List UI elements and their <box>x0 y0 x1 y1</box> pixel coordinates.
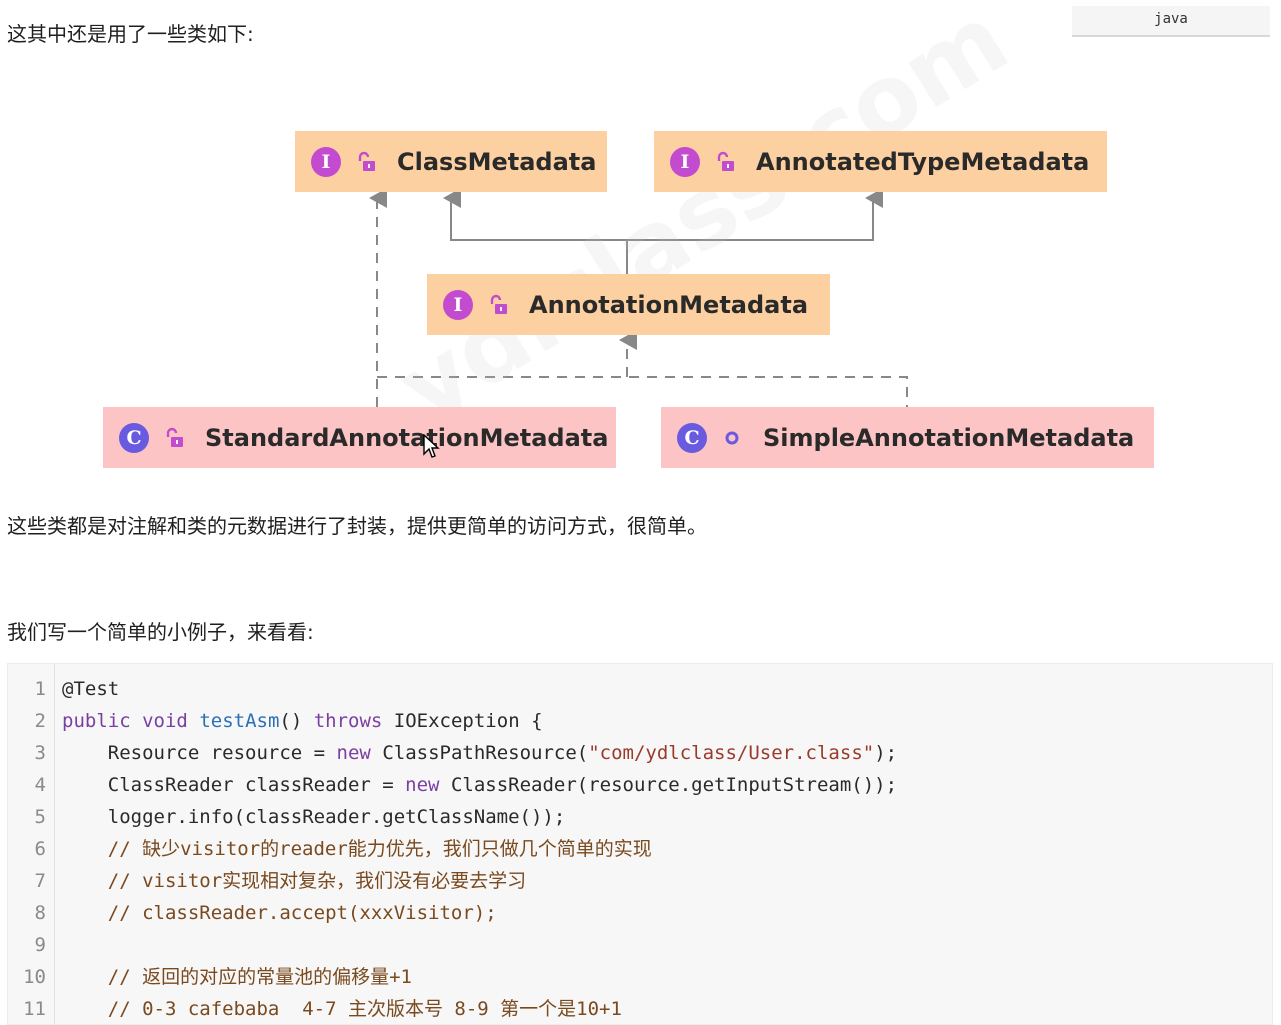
edge-implementations-to-annotation <box>377 376 908 407</box>
lock-open-icon <box>714 151 736 173</box>
node-label: StandardAnnotationMetadata <box>205 423 609 452</box>
code-token: ClassReader(resource.getInputStream()); <box>439 774 898 796</box>
code-token: // 缺少visitor的reader能力优先，我们只做几个简单的实现 <box>62 838 652 860</box>
line-number: 5 <box>34 806 46 828</box>
code-text: public void testAsm() throws IOException… <box>62 705 543 737</box>
description-text: 这些类都是对注解和类的元数据进行了封装，提供更简单的访问方式，很简单。 <box>7 514 707 538</box>
code-token: @Test <box>62 678 120 700</box>
code-text: Resource resource = new ClassPathResourc… <box>62 737 897 769</box>
code-text: // visitor实现相对复杂，我们没有必要去学习 <box>62 865 526 897</box>
code-text: // classReader.accept(xxxVisitor); <box>62 897 497 929</box>
code-text: logger.info(classReader.getClassName()); <box>62 801 566 833</box>
intro-text: 这其中还是用了一些类如下: <box>7 22 254 46</box>
code-token: // visitor实现相对复杂，我们没有必要去学习 <box>62 870 527 892</box>
code-token: "com/ydlclass/User.class" <box>588 742 875 764</box>
code-text: // 返回的对应的常量池的偏移量+1 <box>62 961 412 993</box>
code-token: new <box>336 742 371 764</box>
node-class-metadata[interactable]: I ClassMetadata <box>295 131 607 192</box>
code-token: ); <box>874 742 898 764</box>
code-token: // classReader.accept(xxxVisitor); <box>62 902 497 924</box>
line-number: 1 <box>34 678 46 700</box>
lock-open-icon <box>355 151 377 173</box>
interface-badge-icon: I <box>311 146 341 177</box>
node-label: AnnotationMetadata <box>529 290 809 319</box>
code-text: // 缺少visitor的reader能力优先，我们只做几个简单的实现 <box>62 833 652 865</box>
line-number: 2 <box>34 710 46 732</box>
code-token: void <box>142 710 188 732</box>
code-text: ClassReader classReader = new ClassReade… <box>62 769 897 801</box>
node-label: SimpleAnnotationMetadata <box>763 423 1135 452</box>
line-number: 3 <box>34 742 46 764</box>
code-token: ClassPathResource( <box>370 742 589 764</box>
node-annotation-metadata[interactable]: I AnnotationMetadata <box>427 274 830 335</box>
code-token: () <box>279 710 314 732</box>
node-annotated-type-metadata[interactable]: I AnnotatedTypeMetadata <box>654 131 1107 192</box>
code-token: // 0-3 cafebaba 4-7 主次版本号 8-9 第一个是10+1 <box>62 998 622 1020</box>
line-number: 11 <box>23 998 46 1020</box>
class-badge-icon: C <box>677 422 707 453</box>
edge-annotation-to-annotatedtype <box>627 188 883 241</box>
code-language-label: java <box>1072 6 1270 37</box>
interface-badge-icon: I <box>443 289 473 320</box>
code-text: @Test <box>62 673 119 705</box>
code-token: testAsm <box>199 710 280 732</box>
edge-annotation-to-classmetadata <box>443 188 628 274</box>
code-token: ClassReader classReader = <box>62 774 406 796</box>
node-standard-annotation-metadata[interactable]: C StandardAnnotationMetadata <box>103 407 616 468</box>
example-intro-text: 我们写一个简单的小例子，来看看: <box>7 620 314 644</box>
code-token: public <box>62 710 131 732</box>
mouse-cursor-icon <box>423 433 441 464</box>
code-token: IOException { <box>382 710 543 732</box>
line-number: 9 <box>34 934 46 956</box>
interface-badge-icon: I <box>670 146 700 177</box>
line-number: 4 <box>34 774 46 796</box>
node-label: ClassMetadata <box>397 147 597 176</box>
code-token: throws <box>313 710 383 732</box>
class-diagram: ydlclass.com I ClassMetadata I Annotated… <box>0 0 1281 490</box>
line-number: 10 <box>23 966 46 988</box>
node-label: AnnotatedTypeMetadata <box>756 147 1090 176</box>
lock-open-icon <box>487 294 509 316</box>
code-token: Resource resource = <box>62 742 337 764</box>
code-token: // 返回的对应的常量池的偏移量+1 <box>62 966 412 988</box>
node-simple-annotation-metadata[interactable]: C SimpleAnnotationMetadata <box>661 407 1154 468</box>
line-number-gutter-divider <box>54 664 55 1024</box>
line-number: 7 <box>34 870 46 892</box>
code-text: // 0-3 cafebaba 4-7 主次版本号 8-9 第一个是10+1 <box>62 993 622 1024</box>
package-private-dot-icon <box>721 427 743 449</box>
line-number: 8 <box>34 902 46 924</box>
code-token: logger.info(classReader.getClassName()); <box>62 806 566 828</box>
code-token: new <box>405 774 440 796</box>
class-badge-icon: C <box>119 422 149 453</box>
code-block[interactable]: 1 @Test 2 public void testAsm() throws IOEx… <box>7 663 1273 1025</box>
lock-open-icon <box>163 427 185 449</box>
line-number: 6 <box>34 838 46 860</box>
